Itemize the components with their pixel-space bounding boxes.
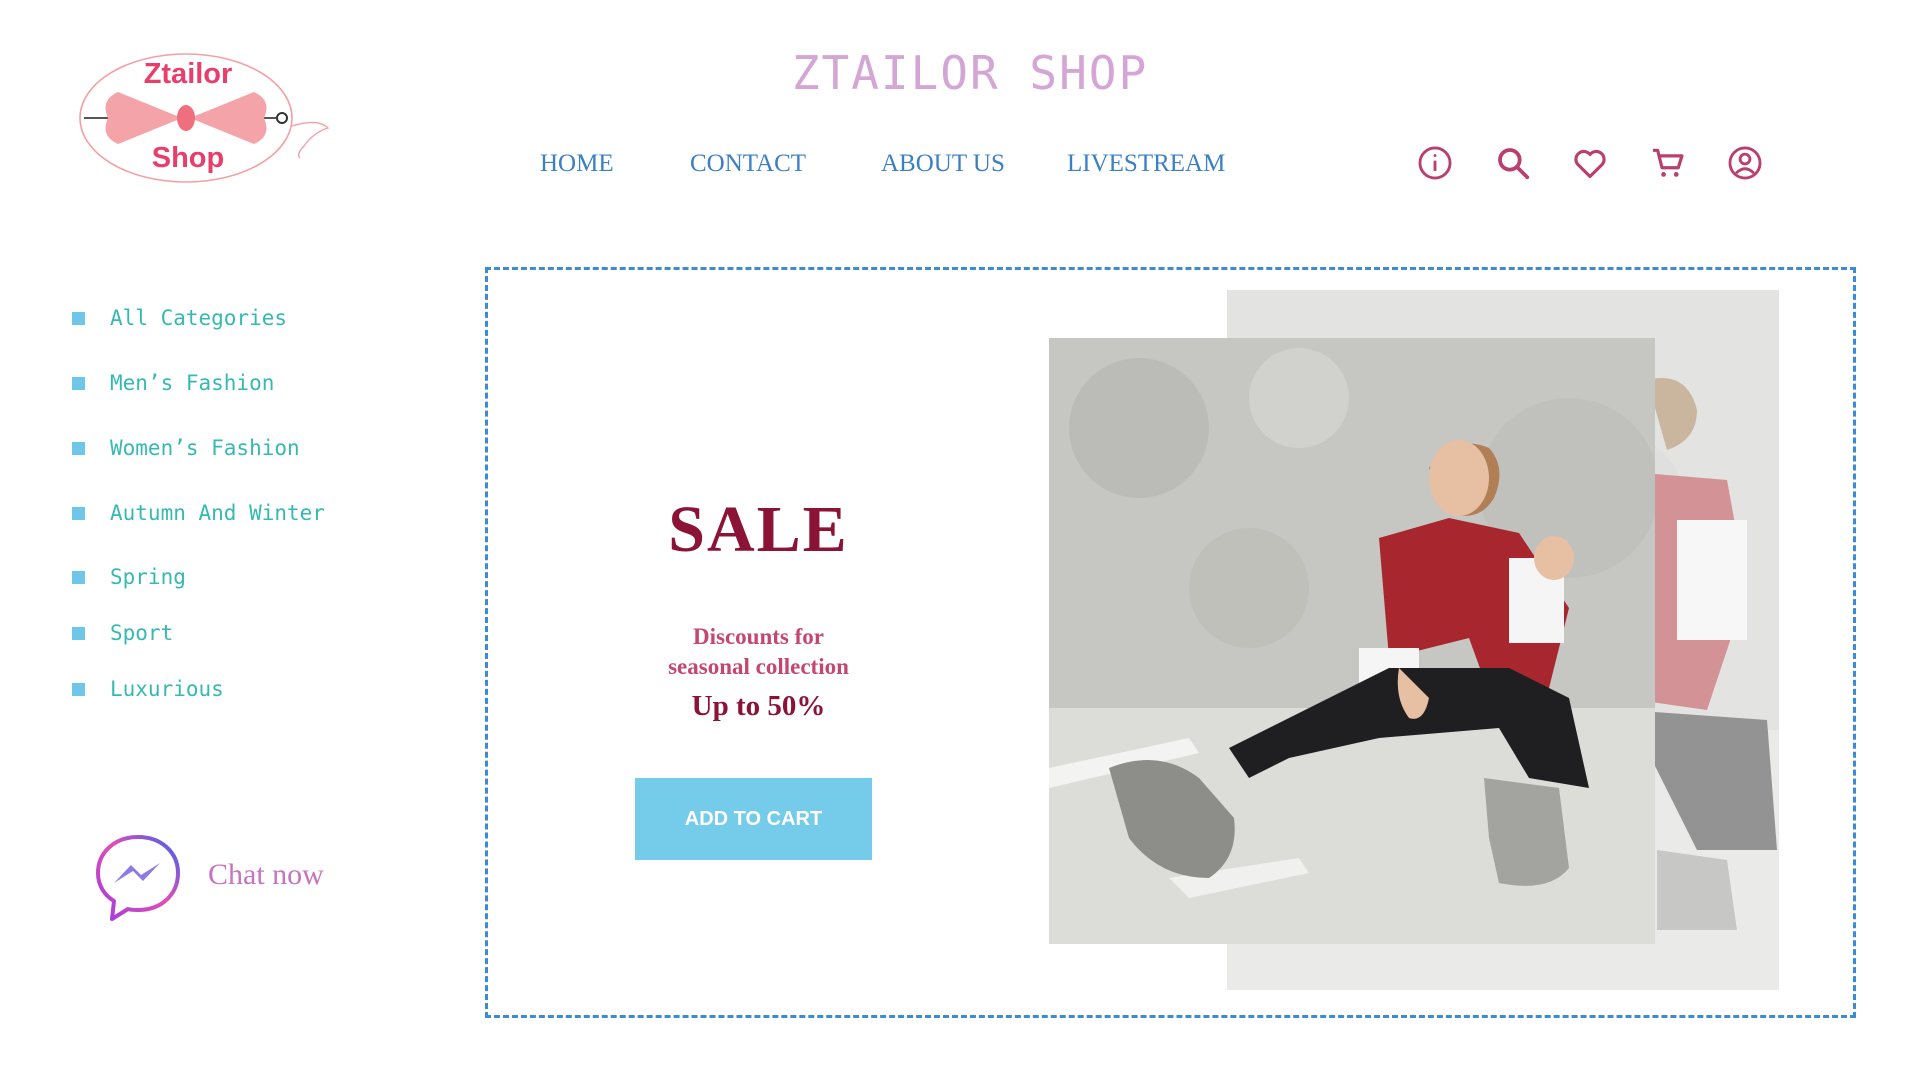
info-icon[interactable]: [1416, 144, 1454, 182]
product-photo: [1049, 338, 1655, 944]
category-label: Autumn And Winter: [110, 501, 325, 525]
category-bullet: [72, 376, 85, 390]
logo-text-line1: Ztailor: [143, 58, 233, 90]
nav-contact[interactable]: CONTACT: [690, 150, 806, 178]
sale-subtitle-line2: seasonal collection: [668, 654, 849, 679]
category-womens-fashion[interactable]: Women’s Fashion: [72, 436, 300, 460]
add-to-cart-button[interactable]: ADD TO CART: [635, 778, 872, 860]
category-all[interactable]: All Categories: [72, 306, 287, 330]
category-label: Men’s Fashion: [110, 371, 275, 395]
nav-livestream[interactable]: LIVESTREAM: [1067, 150, 1225, 178]
category-bullet: [72, 441, 85, 455]
cart-icon[interactable]: [1649, 144, 1687, 182]
category-autumn-winter[interactable]: Autumn And Winter: [72, 501, 325, 525]
category-mens-fashion[interactable]: Men’s Fashion: [72, 371, 274, 395]
category-spring[interactable]: Spring: [72, 565, 186, 589]
category-label: Women’s Fashion: [110, 436, 300, 460]
sale-title: SALE: [668, 493, 849, 566]
category-label: Spring: [110, 565, 186, 589]
site-title: ZTAILOR SHOP: [791, 46, 1149, 100]
shop-logo[interactable]: Ztailor Shop: [78, 48, 338, 188]
chat-now-label: Chat now: [208, 858, 324, 891]
category-label: All Categories: [110, 306, 288, 330]
category-bullet: [72, 682, 85, 696]
user-icon[interactable]: [1726, 144, 1764, 182]
category-bullet: [72, 570, 85, 584]
category-label: Luxurious: [110, 677, 224, 701]
category-luxurious[interactable]: Luxurious: [72, 677, 224, 701]
nav-about-us[interactable]: ABOUT US: [881, 150, 1005, 178]
category-bullet: [72, 311, 85, 325]
messenger-icon: [96, 835, 180, 921]
nav-home[interactable]: HOME: [540, 150, 614, 178]
chat-now-button[interactable]: Chat now: [94, 833, 334, 923]
sale-discount: Up to 50%: [691, 690, 826, 722]
category-sport[interactable]: Sport: [72, 621, 173, 645]
sale-banner: SALE Discounts for seasonal collection U…: [485, 267, 1856, 1018]
category-bullet: [72, 506, 85, 520]
category-bullet: [72, 626, 85, 640]
heart-icon[interactable]: [1571, 144, 1609, 182]
sale-subtitle: Discounts for seasonal collection: [488, 622, 1029, 682]
category-label: Sport: [110, 621, 174, 645]
search-icon[interactable]: [1494, 144, 1532, 182]
logo-text-line2: Shop: [151, 142, 225, 174]
sale-subtitle-line1: Discounts for: [693, 624, 824, 649]
